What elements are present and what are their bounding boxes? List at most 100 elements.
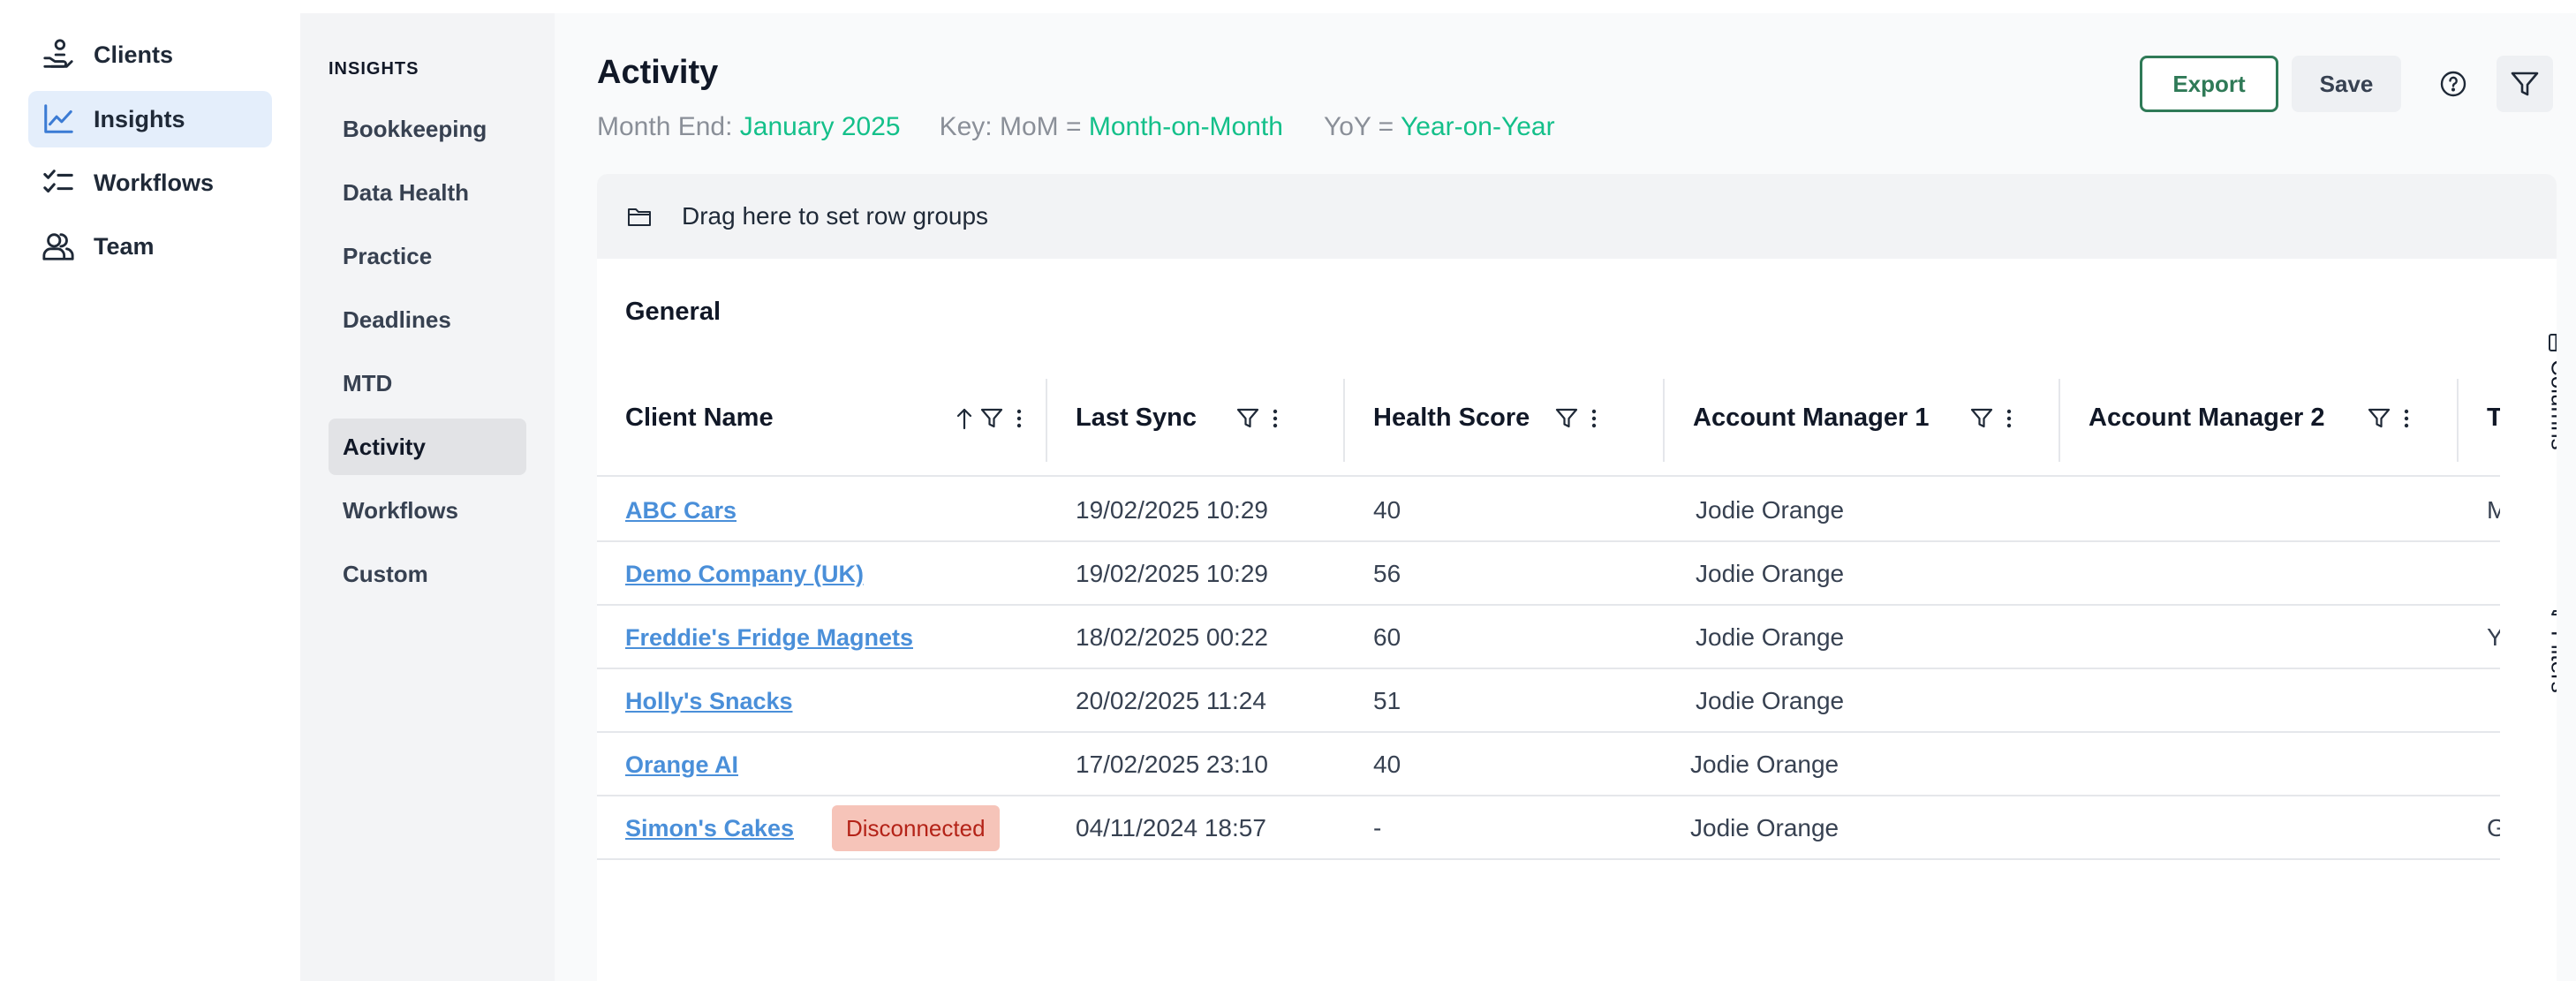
filter-button[interactable] [2497,56,2553,112]
health-score-cell: 51 [1373,687,1401,714]
truncated-cell: Y [2487,623,2500,651]
column-separator[interactable] [2457,379,2459,462]
subnav-item-workflows[interactable]: Workflows [329,482,526,539]
health-score-cell: 60 [1373,623,1401,651]
column-group-title: General [625,298,721,326]
key-label: Key: MoM = [939,112,1082,141]
status-badge: Disconnected [832,805,1000,851]
header-label: Account Manager 1 [1693,404,1930,432]
column-menu-icon[interactable] [2000,407,2018,430]
health-score-cell: 40 [1373,751,1401,778]
column-menu-icon[interactable] [1010,407,1028,430]
header-icons [1548,407,1603,430]
export-button[interactable]: Export [2140,56,2278,112]
client-link[interactable]: Demo Company (UK) [625,561,864,588]
client-link[interactable]: Freddie's Fridge Magnets [625,624,913,652]
client-cell: Simon's Cakes [625,796,794,860]
header-icons [1229,407,1284,430]
header-health-score[interactable]: Health Score [1373,359,1665,477]
health-score-cell: - [1373,814,1382,841]
month-end-value: January 2025 [739,112,901,141]
column-filter-icon[interactable] [2368,407,2391,430]
nav-item-clients[interactable]: Clients [28,26,272,83]
header-account-manager-1[interactable]: Account Manager 1 [1693,359,2055,477]
sort-ascending-icon[interactable] [956,406,973,431]
last-sync-cell: 19/02/2025 10:29 [1076,496,1268,524]
last-sync-cell: 20/02/2025 11:24 [1076,687,1266,714]
health-score-cell: 56 [1373,560,1401,587]
row-group-drop-zone[interactable]: Drag here to set row groups [597,174,2557,259]
subnav-item-custom[interactable]: Custom [329,546,526,602]
column-separator[interactable] [1046,379,1047,462]
subnav-item-data-health[interactable]: Data Health [329,164,526,221]
trend-chart-icon [41,102,76,137]
columns-panel-tab[interactable]: Columns [2542,333,2557,450]
save-button[interactable]: Save [2292,56,2401,112]
truncated-cell [2487,542,2500,606]
nav-item-insights[interactable]: Insights [28,91,272,147]
column-menu-icon[interactable] [2398,407,2415,430]
activity-grid: Drag here to set row groups General Clie… [597,174,2557,981]
column-filter-icon[interactable] [1970,407,1993,430]
truncated-cell: G [2487,814,2500,841]
key-mom-value: Month-on-Month [1088,112,1283,141]
main-content: Activity Month End: January 2025 Key: MoM… [555,13,2576,981]
subnav-item-practice[interactable]: Practice [329,228,526,284]
header-client-name[interactable]: Client Name [625,359,1040,477]
table-row: Demo Company (UK) 19/02/2025 10:29 56 Jo… [597,542,2500,606]
header-last-sync[interactable]: Last Sync [1076,359,1341,477]
nav-item-label: Insights [94,105,185,132]
filters-tab-label: Filters [2546,630,2557,693]
help-button[interactable] [2425,56,2482,112]
column-separator[interactable] [2059,379,2060,462]
column-filter-icon[interactable] [1236,407,1259,430]
health-score-cell: 40 [1373,496,1401,524]
nav-item-label: Clients [94,41,174,68]
yoy-value: Year-on-Year [1401,112,1555,141]
subnav-item-mtd[interactable]: MTD [329,355,526,411]
table-row: ABC Cars 19/02/2025 10:29 40 Jodie Orang… [597,479,2500,542]
clients-hand-icon [41,37,76,72]
nav-item-workflows[interactable]: Workflows [28,155,272,211]
header-truncated-column[interactable]: T [2487,359,2500,477]
column-filter-icon[interactable] [980,407,1003,430]
client-cell: ABC Cars [625,479,737,542]
client-link[interactable]: Simon's Cakes [625,815,794,842]
truncated-cell: M [2487,496,2500,524]
account-manager-1-cell: Jodie Orange [1696,687,1845,714]
table-row: Holly's Snacks 20/02/2025 11:24 51 Jodie… [597,669,2500,733]
account-manager-1-cell: Jodie Orange [1696,496,1845,524]
column-separator[interactable] [1663,379,1665,462]
yoy-label: YoY = [1323,112,1394,141]
account-manager-1-cell: Jodie Orange [1690,751,1839,778]
filter-icon [2551,603,2557,623]
filter-icon [2511,72,2539,96]
column-separator[interactable] [1343,379,1345,462]
client-link[interactable]: Orange AI [625,751,738,779]
nav-item-team[interactable]: Team [28,218,272,275]
client-cell: Demo Company (UK) [625,542,864,606]
filters-panel-tab[interactable]: Filters [2542,602,2557,693]
header-icons [2361,407,2415,430]
header-account-manager-2[interactable]: Account Manager 2 [2089,359,2468,477]
team-icon [41,229,76,264]
client-cell: Orange AI [625,733,738,796]
header-label: Client Name [625,404,774,432]
truncated-cell [2487,669,2500,733]
column-filter-icon[interactable] [1555,407,1578,430]
client-cell: Freddie's Fridge Magnets [625,606,913,669]
client-link[interactable]: Holly's Snacks [625,688,793,715]
folder-icon [628,208,651,226]
subnav-item-deadlines[interactable]: Deadlines [329,291,526,348]
header-icons [1963,407,2018,430]
header-label: Account Manager 2 [2089,404,2325,432]
column-menu-icon[interactable] [1266,407,1284,430]
client-link[interactable]: ABC Cars [625,497,737,524]
insights-subnav: INSIGHTS Bookkeeping Data Health Practic… [300,13,555,981]
column-menu-icon[interactable] [1585,407,1603,430]
nav-item-label: Team [94,232,155,260]
subnav-item-activity[interactable]: Activity [329,419,526,475]
row-group-placeholder: Drag here to set row groups [682,202,989,230]
subnav-item-bookkeeping[interactable]: Bookkeeping [329,101,526,157]
header-icons [948,406,1028,431]
